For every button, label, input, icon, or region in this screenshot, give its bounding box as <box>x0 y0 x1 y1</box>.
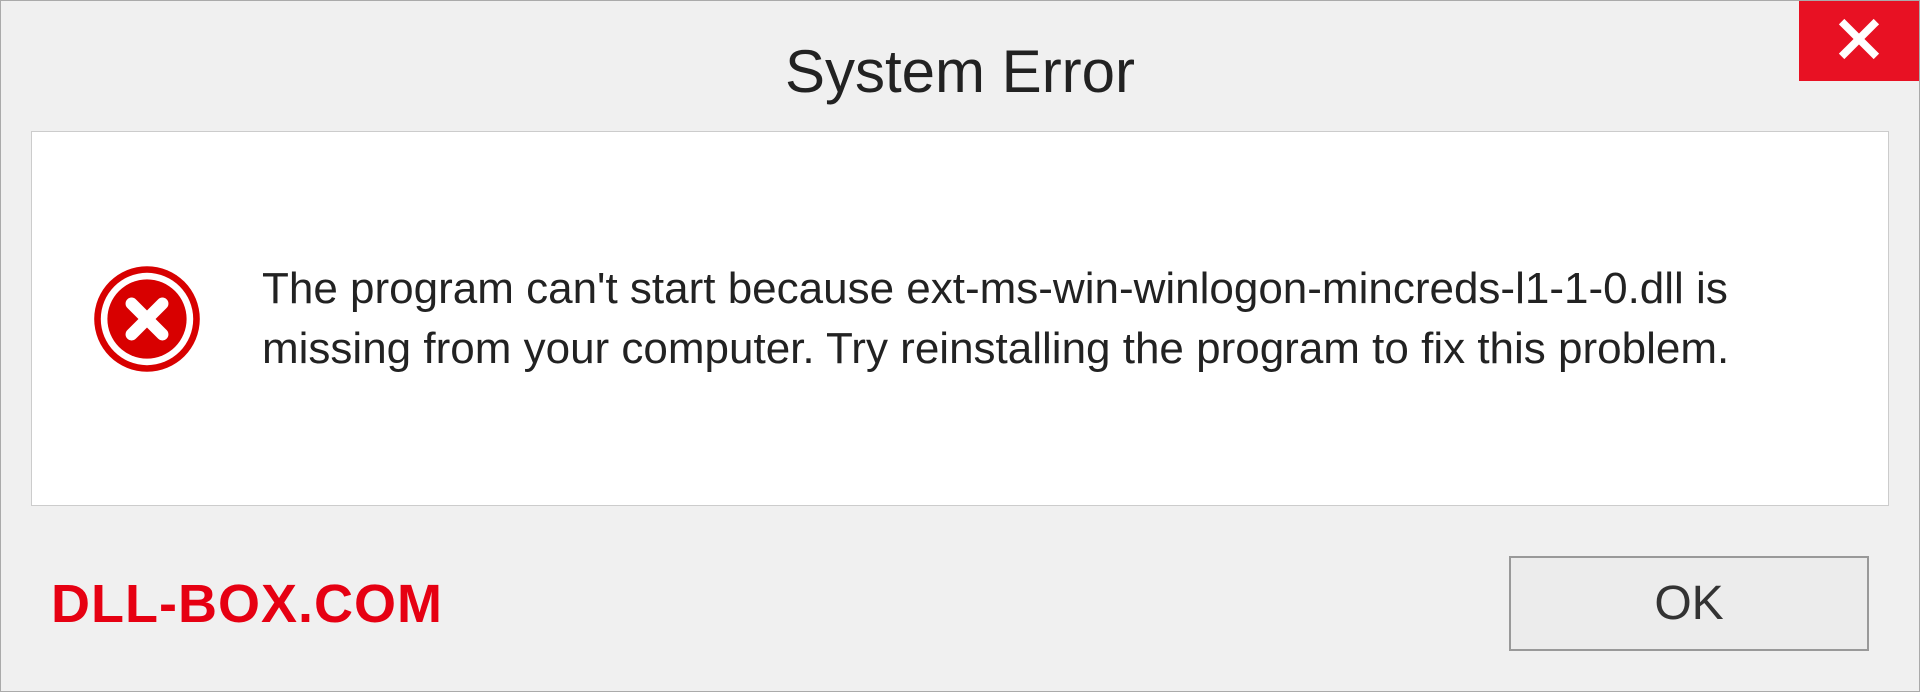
message-row: The program can't start because ext-ms-w… <box>32 132 1888 505</box>
footer: DLL-BOX.COM OK <box>1 536 1919 691</box>
watermark-text: DLL-BOX.COM <box>51 573 443 635</box>
close-icon <box>1837 17 1881 66</box>
content-area: The program can't start because ext-ms-w… <box>31 131 1889 506</box>
ok-button[interactable]: OK <box>1509 556 1869 651</box>
ok-button-label: OK <box>1654 576 1723 631</box>
dialog-title: System Error <box>785 37 1135 106</box>
close-button[interactable] <box>1799 1 1919 81</box>
error-message: The program can't start because ext-ms-w… <box>262 259 1818 378</box>
error-icon <box>92 264 202 374</box>
titlebar: System Error <box>1 1 1919 131</box>
error-dialog: System Error The program can't <box>0 0 1920 692</box>
